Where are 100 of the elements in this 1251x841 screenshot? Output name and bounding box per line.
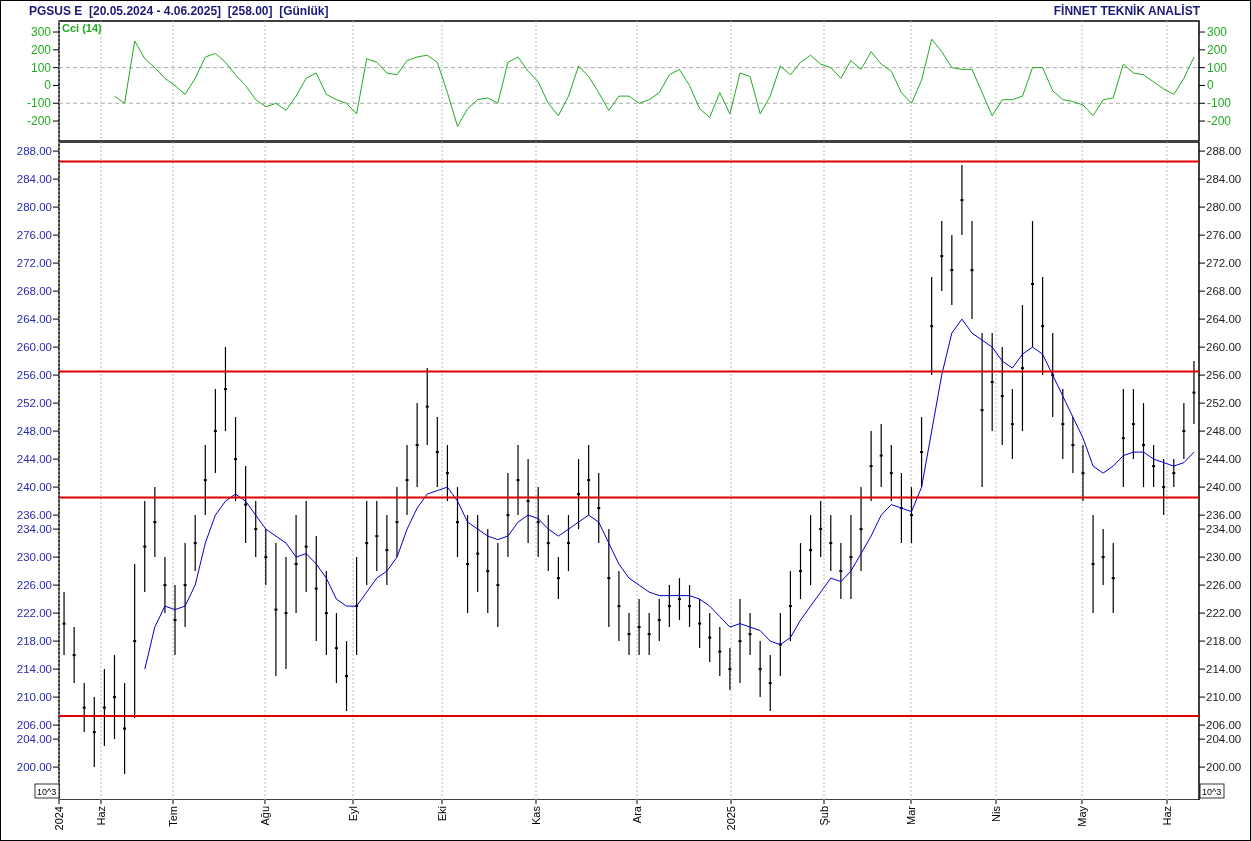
price-bar bbox=[1192, 360, 1196, 425]
axis-label: 300 bbox=[1207, 25, 1228, 40]
price-bar bbox=[1081, 444, 1085, 502]
price-bar bbox=[435, 416, 439, 488]
price-bar bbox=[1182, 402, 1186, 460]
axis-label: Şub bbox=[818, 806, 830, 826]
axis-label: 256.00 bbox=[16, 369, 52, 382]
axis-label: 236.00 bbox=[1206, 509, 1242, 522]
axis-label: 244.00 bbox=[16, 453, 52, 466]
price-bar bbox=[758, 640, 762, 698]
axis-label: Tem bbox=[167, 806, 179, 827]
axis-label: -100 bbox=[26, 96, 51, 111]
price-bar bbox=[677, 577, 681, 621]
price-bar bbox=[264, 528, 268, 586]
axis-label: 204.00 bbox=[1206, 733, 1242, 746]
price-bar bbox=[869, 430, 873, 502]
price-bar bbox=[1061, 388, 1065, 460]
price-bar bbox=[153, 486, 157, 558]
axis-label: 210.00 bbox=[1206, 691, 1242, 704]
price-bar bbox=[748, 612, 752, 656]
price-bar bbox=[667, 584, 671, 628]
price-bar bbox=[597, 472, 601, 544]
price-bar bbox=[768, 654, 772, 712]
axis-label: May bbox=[1076, 806, 1088, 827]
axis-label: Kas bbox=[530, 806, 542, 825]
price-bar bbox=[456, 486, 459, 558]
axis-label: 260.00 bbox=[1206, 341, 1242, 354]
axis-label: 288.00 bbox=[1206, 145, 1242, 158]
price-bar bbox=[839, 542, 843, 600]
price-bar bbox=[910, 486, 913, 544]
axis-label: 240.00 bbox=[16, 481, 52, 494]
axis-label: 230.00 bbox=[1206, 551, 1242, 564]
price-bar bbox=[82, 682, 86, 733]
price-bar bbox=[728, 647, 732, 691]
axis-label: 284.00 bbox=[1206, 173, 1242, 186]
price-bar bbox=[334, 612, 338, 684]
price-bar bbox=[577, 458, 581, 530]
price-bar bbox=[960, 164, 964, 236]
price-bar bbox=[1010, 388, 1014, 460]
axis-label: -200 bbox=[26, 114, 51, 129]
axis-label: 226.00 bbox=[16, 579, 52, 592]
axis-label: 234.00 bbox=[1206, 523, 1242, 536]
price-bar bbox=[345, 640, 348, 712]
axis-label: 272.00 bbox=[16, 257, 52, 270]
axis-label: 222.00 bbox=[1206, 607, 1242, 620]
price-bar bbox=[546, 514, 550, 572]
axis-label: 248.00 bbox=[16, 425, 52, 438]
price-bar bbox=[163, 556, 167, 614]
axis-label: 276.00 bbox=[16, 229, 52, 242]
axis-label: 0 bbox=[1207, 78, 1214, 93]
axis-label: 300 bbox=[30, 25, 51, 40]
price-bar bbox=[1131, 388, 1135, 460]
chart-title: PGSUS E [20.05.2024 - 4.06.2025] [258.00] [Günlük] bbox=[29, 2, 329, 20]
price-bar bbox=[375, 500, 379, 572]
axis-label: Eyl bbox=[347, 806, 359, 822]
price-bar bbox=[405, 444, 409, 516]
axis-label: -200 bbox=[1207, 114, 1232, 129]
axis-label: -100 bbox=[1207, 96, 1232, 111]
price-bar bbox=[1172, 458, 1176, 488]
price-bar bbox=[92, 696, 96, 768]
price-bar bbox=[698, 598, 702, 649]
unit-label: 10^3 bbox=[34, 783, 60, 799]
axis-label: 200 bbox=[1207, 42, 1228, 57]
price-bar bbox=[173, 584, 177, 656]
price-bar bbox=[889, 444, 893, 502]
axis-label: 218.00 bbox=[1206, 635, 1242, 648]
unit-label: 10^3 bbox=[1199, 783, 1225, 799]
price-bar bbox=[788, 570, 792, 642]
axis-label: 2025 bbox=[725, 806, 737, 831]
price-bar bbox=[1071, 416, 1075, 474]
axis-label: Mar bbox=[905, 806, 917, 825]
axis-label: 272.00 bbox=[1206, 257, 1242, 270]
price-bar bbox=[254, 500, 258, 558]
price-bar bbox=[829, 514, 833, 572]
axis-label: 252.00 bbox=[1206, 397, 1242, 410]
price-bar bbox=[819, 500, 823, 558]
price-bar bbox=[1152, 444, 1156, 488]
axis-label: 0 bbox=[44, 78, 51, 93]
price-bar bbox=[1111, 542, 1115, 614]
price-bar bbox=[899, 472, 903, 544]
axis-label: Ara bbox=[631, 806, 643, 824]
axis-label: 260.00 bbox=[16, 341, 52, 354]
axis-label: Haz bbox=[95, 806, 107, 826]
axis-label: 288.00 bbox=[16, 145, 52, 158]
axis-label: 256.00 bbox=[1206, 369, 1242, 382]
axis-label: 222.00 bbox=[16, 607, 52, 620]
price-bar bbox=[1101, 528, 1105, 586]
axis-label: 264.00 bbox=[1206, 313, 1242, 326]
price-bar bbox=[879, 423, 883, 488]
axis-label: Eki bbox=[436, 806, 448, 822]
axis-label: 200.00 bbox=[16, 761, 52, 774]
axis-label: 268.00 bbox=[1206, 285, 1242, 298]
price-bar bbox=[637, 598, 641, 656]
price-bar bbox=[940, 220, 944, 292]
price-bar bbox=[647, 612, 651, 656]
axis-label: Haz bbox=[1161, 806, 1173, 826]
axis-label: 240.00 bbox=[1206, 481, 1242, 494]
axis-label: 236.00 bbox=[16, 509, 52, 522]
price-bar bbox=[193, 514, 197, 572]
axis-label: 200.00 bbox=[1206, 761, 1242, 774]
